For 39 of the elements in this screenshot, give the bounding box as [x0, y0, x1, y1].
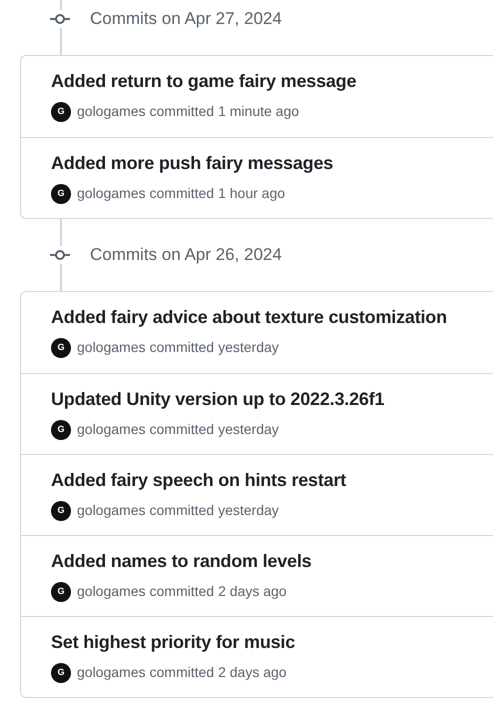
commit-time: 2 days ago [218, 663, 287, 682]
commit-time: 2 days ago [218, 582, 287, 601]
commit-time: yesterday [218, 501, 279, 520]
author-link[interactable]: gologames [77, 500, 146, 521]
commit-action-text: committed [150, 582, 214, 601]
commit-action-text: committed [150, 102, 214, 121]
author-link[interactable]: gologames [77, 662, 146, 683]
commit-action-text: committed [150, 420, 214, 439]
author-link[interactable]: gologames [77, 581, 146, 602]
commit-title[interactable]: Added fairy advice about texture customization [51, 304, 493, 331]
commit-icon [50, 250, 70, 260]
commit-time: yesterday [218, 338, 279, 357]
author-link[interactable]: gologames [77, 101, 146, 122]
avatar[interactable]: G [51, 184, 71, 204]
commit-time: 1 minute ago [218, 102, 300, 121]
commit-action-text: committed [150, 338, 214, 357]
author-link[interactable]: gologames [77, 419, 146, 440]
commit-title[interactable]: Updated Unity version up to 2022.3.26f1 [51, 386, 493, 413]
avatar[interactable]: G [51, 102, 71, 122]
avatar[interactable]: G [51, 582, 71, 602]
commit-action-text: committed [150, 501, 214, 520]
author-link[interactable]: gologames [77, 337, 146, 358]
commit-title[interactable]: Added return to game fairy message [51, 68, 493, 95]
commit-action-text: committed [150, 184, 214, 203]
commit-title[interactable]: Added names to random levels [51, 548, 493, 575]
commit-icon [50, 14, 70, 24]
avatar[interactable]: G [51, 500, 71, 520]
commit-time: 1 hour ago [218, 184, 286, 203]
commits-date-heading: Commits on Apr 26, 2024 [90, 244, 282, 266]
avatar[interactable]: G [51, 662, 71, 682]
commits-date-heading: Commits on Apr 27, 2024 [90, 8, 282, 30]
avatar[interactable]: G [51, 420, 71, 440]
avatar[interactable]: G [51, 338, 71, 358]
commit-title[interactable]: Added fairy speech on hints restart [51, 467, 493, 494]
author-link[interactable]: gologames [77, 183, 146, 204]
commit-title[interactable]: Set highest priority for music [51, 629, 493, 656]
commit-action-text: committed [150, 663, 214, 682]
commit-title[interactable]: Added more push fairy messages [51, 150, 493, 177]
commit-time: yesterday [218, 420, 279, 439]
